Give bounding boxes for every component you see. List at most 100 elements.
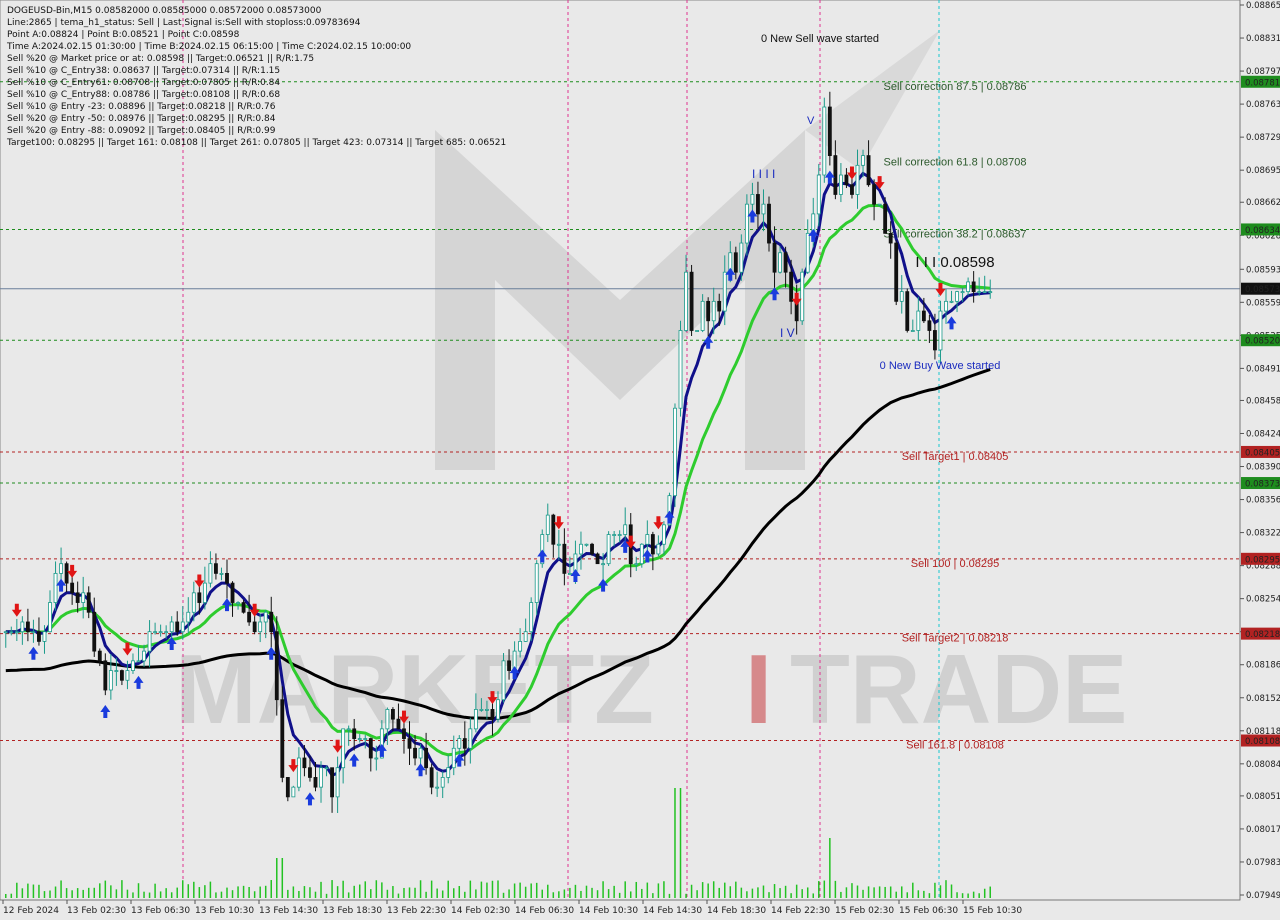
candle-body	[396, 718, 401, 730]
volume-bar	[563, 889, 566, 898]
volume-bar	[878, 886, 881, 898]
volume-bar	[972, 891, 975, 898]
volume-bar	[253, 891, 256, 898]
candle-body	[313, 777, 318, 788]
volume-bar	[795, 884, 798, 898]
candle-body	[451, 747, 456, 769]
candle-body	[756, 194, 760, 215]
candle-body	[285, 777, 290, 798]
candle-body	[579, 543, 583, 555]
volume-bar	[143, 891, 145, 898]
candle-body	[855, 164, 860, 195]
price-chart[interactable]: MARKETZ I TRADE Sell correction 87.5 | 0…	[0, 0, 1280, 920]
candle-body	[75, 592, 80, 603]
candle-body	[722, 271, 727, 312]
volume-bar	[430, 880, 433, 898]
level-tag-text-4: 0.08405	[1245, 448, 1280, 458]
volume-bar	[392, 886, 394, 898]
volume-bar	[181, 880, 184, 898]
candle-body	[656, 543, 661, 555]
volume-bar	[657, 883, 660, 898]
volume-bar	[292, 886, 295, 898]
volume-bar	[71, 890, 73, 898]
volume-bar	[701, 882, 704, 898]
price-tick-label: 0.08559	[1246, 298, 1280, 308]
price-tick-label: 0.08390	[1246, 463, 1280, 473]
candle-body	[933, 330, 937, 351]
candle-body	[103, 660, 108, 691]
volume-bar	[757, 887, 759, 898]
candle-body	[291, 786, 296, 798]
volume-bar	[375, 880, 378, 898]
price-tick-label: 0.08797	[1246, 67, 1280, 77]
price-tick-label: 0.08831	[1246, 34, 1280, 44]
candle-body	[805, 232, 810, 273]
candle-body	[833, 155, 838, 195]
candle-body	[761, 203, 766, 215]
candle-body	[678, 330, 683, 409]
volume-bar	[668, 893, 671, 898]
time-tick-label: 13 Feb 18:30	[323, 906, 382, 916]
volume-bar	[751, 888, 754, 898]
candle-body	[241, 602, 246, 613]
candle-body	[296, 757, 301, 788]
time-tick-label: 14 Feb 18:30	[707, 906, 766, 916]
volume-bar	[381, 882, 383, 898]
candle-body	[191, 592, 196, 613]
candle-body	[42, 631, 47, 642]
volume-bar	[386, 889, 389, 898]
candle-body	[70, 582, 75, 594]
candle-body	[750, 194, 755, 205]
candle-body	[982, 291, 987, 294]
time-tick-label: 14 Feb 10:30	[579, 906, 638, 916]
volume-bar	[956, 892, 958, 898]
watermark-mid: I	[745, 634, 772, 744]
volume-bar	[945, 880, 947, 898]
volume-bar	[231, 890, 234, 898]
candle-body	[534, 563, 539, 603]
time-tick-label: 13 Feb 02:30	[67, 906, 126, 916]
volume-bar	[43, 891, 46, 898]
volume-bar	[530, 883, 532, 898]
candle-body	[374, 757, 379, 760]
time-tick-label: 14 Feb 02:30	[451, 906, 510, 916]
volume-bar	[320, 881, 322, 898]
candle-body	[944, 300, 948, 312]
price-tick-label: 0.08084	[1246, 760, 1280, 770]
candle-body	[485, 709, 489, 711]
candle-body	[37, 631, 41, 642]
volume-bar	[447, 880, 449, 898]
candle-body	[518, 641, 523, 652]
candle-body	[440, 777, 445, 788]
volume-bar	[674, 788, 676, 898]
volume-bar	[519, 882, 521, 898]
candle-body	[634, 563, 639, 566]
candle-body	[131, 660, 135, 671]
time-tick-label: 14 Feb 06:30	[515, 906, 574, 916]
volume-bar	[453, 888, 455, 898]
info-line-4: Sell %20 @ Market price or at: 0.08598 |…	[7, 54, 314, 64]
candle-body	[606, 534, 611, 565]
price-axis[interactable]: 0.08865 0.08831 0.08797 0.08763 0.08729 0.086…	[1239, 0, 1280, 901]
volume-bar	[104, 880, 107, 898]
volume-bar	[923, 890, 925, 898]
volume-bar	[325, 893, 328, 898]
candle-body	[407, 738, 412, 749]
candle-body	[169, 621, 174, 633]
candle-body	[164, 631, 169, 634]
info-line-9: Sell %20 @ Entry -50: 0.08976 || Target:…	[7, 114, 276, 124]
volume-bar	[353, 885, 355, 898]
volume-bar	[685, 893, 687, 898]
volume-bar	[917, 890, 920, 898]
level-label-1: Sell correction 61.8 | 0.08708	[884, 157, 1027, 169]
volume-bar	[818, 881, 820, 898]
volume-bar	[978, 893, 980, 898]
volume-bar	[358, 884, 361, 898]
time-tick-label: 14 Feb 22:30	[771, 906, 830, 916]
price-tick-label: 0.08322	[1246, 529, 1280, 539]
candle-body	[601, 563, 606, 566]
candle-body	[966, 281, 971, 293]
volume-bar	[126, 889, 129, 898]
candle-body	[905, 291, 910, 331]
candle-body	[252, 621, 257, 633]
